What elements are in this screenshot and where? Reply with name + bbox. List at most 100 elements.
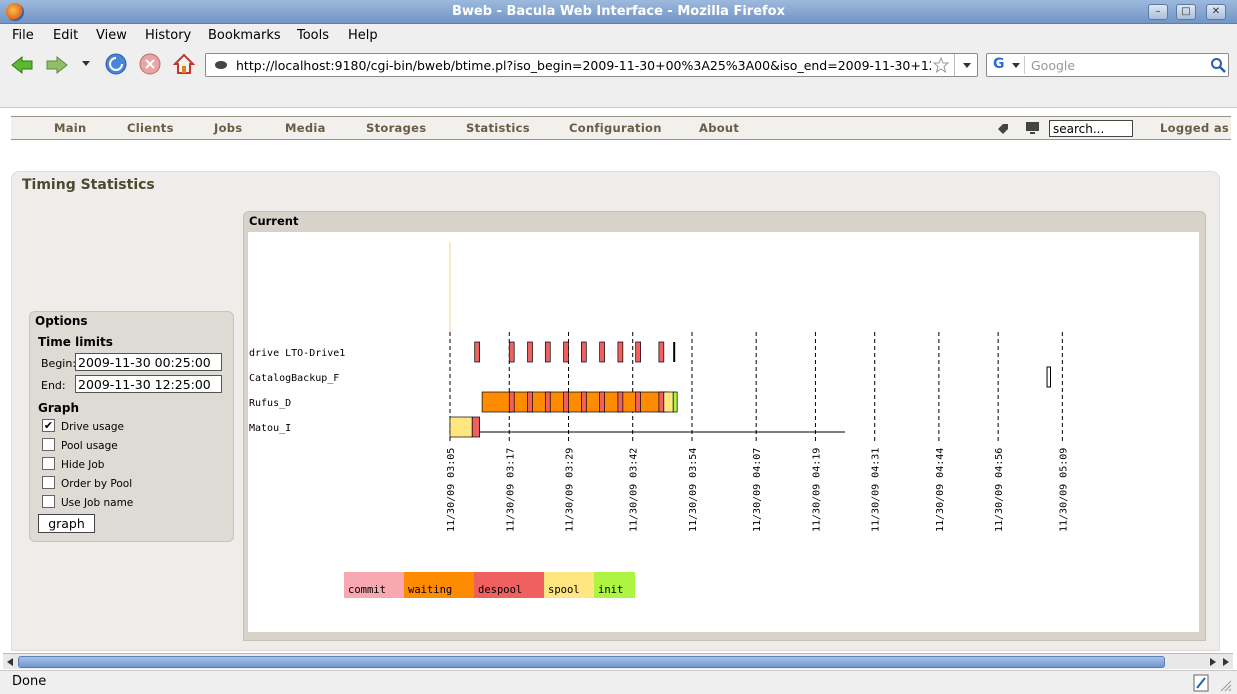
hide-job-label: Hide Job [61, 459, 105, 471]
drive-usage-label: Drive usage [61, 421, 125, 433]
scroll-left-icon[interactable] [6, 657, 14, 667]
menu-view[interactable]: View [96, 28, 127, 43]
scroll-right-icon[interactable] [1209, 657, 1217, 667]
begin-date-input[interactable] [75, 353, 222, 371]
nav-storages[interactable]: Storages [366, 121, 426, 135]
nav-search-input[interactable] [1049, 120, 1133, 137]
scrollbar-thumb[interactable] [18, 656, 1165, 668]
url-dropdown-button[interactable] [954, 54, 978, 76]
options-heading: Options [35, 314, 88, 328]
tag-icon[interactable] [996, 122, 1010, 135]
drive-usage-checkbox[interactable]: ✔ [42, 419, 55, 432]
status-bar: Done [0, 670, 1237, 694]
nav-jobs[interactable]: Jobs [214, 121, 242, 135]
job-segment [563, 341, 569, 363]
job-segment [617, 341, 624, 363]
end-label: End: [41, 379, 66, 392]
site-identity-icon[interactable] [213, 58, 229, 72]
row-label: Rufus_D [249, 398, 291, 409]
legend-label: despool [478, 584, 522, 596]
job-segment [658, 391, 665, 413]
current-title: Current [249, 214, 299, 228]
job-segment [508, 391, 515, 413]
begin-label: Begin: [41, 357, 77, 370]
tick-label: 11/30/09 04:56 [994, 448, 1005, 532]
legend-label: commit [348, 584, 386, 596]
nav-about[interactable]: About [699, 121, 739, 135]
job-segment [474, 341, 480, 363]
job-segment [544, 341, 551, 363]
tab-strip [0, 84, 1237, 108]
maximize-button[interactable]: □ [1176, 4, 1196, 20]
tick-label: 11/30/09 03:05 [446, 448, 457, 532]
back-arrow-icon[interactable] [10, 55, 34, 75]
horizontal-scrollbar[interactable] [3, 653, 1233, 669]
legend-label: waiting [408, 584, 452, 596]
stop-icon[interactable] [139, 53, 161, 75]
home-icon[interactable] [173, 53, 195, 75]
menu-help[interactable]: Help [348, 28, 378, 43]
chevron-down-icon [963, 63, 971, 68]
job-segment [599, 341, 605, 363]
window-title: Bweb - Bacula Web Interface - Mozilla Fi… [452, 4, 785, 19]
job-segment [635, 341, 641, 363]
magnifier-icon[interactable] [1210, 57, 1226, 73]
window-titlebar: Bweb - Bacula Web Interface - Mozilla Fi… [0, 0, 1237, 24]
resize-grip-icon[interactable] [1218, 678, 1232, 692]
menu-bookmarks[interactable]: Bookmarks [208, 28, 281, 43]
menu-tools[interactable]: Tools [297, 28, 329, 43]
job-segment [544, 391, 551, 413]
job-segment [527, 341, 533, 363]
job-segment [508, 341, 515, 363]
timing-chart: drive LTO-Drive1 CatalogBackup_F Rufus_D Ma… [249, 242, 1069, 598]
use-job-name-checkbox[interactable] [42, 495, 55, 508]
nav-clients[interactable]: Clients [127, 121, 174, 135]
job-segment [527, 391, 533, 413]
row-label: CatalogBackup_F [249, 373, 339, 384]
search-engine-button[interactable]: G [989, 56, 1025, 74]
logged-as-label: Logged as [1160, 121, 1230, 135]
close-button[interactable]: ✕ [1206, 4, 1226, 20]
url-text[interactable]: http://localhost:9180/cgi-bin/bweb/btime… [236, 58, 931, 73]
menu-edit[interactable]: Edit [53, 28, 78, 43]
end-date-input[interactable] [75, 375, 222, 393]
nav-configuration[interactable]: Configuration [569, 121, 662, 135]
minimize-button[interactable]: – [1148, 4, 1168, 20]
pool-usage-label: Pool usage [61, 440, 118, 452]
order-by-pool-checkbox[interactable] [42, 476, 55, 489]
tick-label: 11/30/09 03:17 [505, 448, 516, 532]
tick-label: 11/30/09 04:19 [811, 448, 822, 532]
job-segment [663, 391, 674, 413]
legend-label: init [598, 584, 623, 596]
google-icon: G [993, 56, 1005, 72]
address-bar[interactable]: http://localhost:9180/cgi-bin/bweb/btime… [205, 53, 978, 77]
job-segment [1046, 366, 1051, 388]
time-limits-heading: Time limits [38, 335, 113, 349]
menu-history[interactable]: History [145, 28, 191, 43]
scroll-right-end-icon[interactable] [1222, 657, 1230, 667]
search-bar[interactable]: G Google [986, 53, 1229, 77]
options-box: Options Time limits Begin: End: Graph ✔ … [29, 311, 234, 542]
monitor-icon[interactable] [1025, 121, 1041, 136]
search-input[interactable]: Google [1031, 58, 1075, 73]
graph-button[interactable]: graph [38, 514, 95, 533]
job-segment [658, 341, 665, 363]
menu-file[interactable]: File [12, 28, 34, 43]
hide-job-checkbox[interactable] [42, 457, 55, 470]
forward-arrow-icon[interactable] [45, 55, 69, 75]
tick-label: 11/30/09 04:44 [935, 448, 946, 532]
order-by-pool-label: Order by Pool [61, 478, 133, 490]
page-title: Timing Statistics [22, 177, 155, 193]
tick-label: 11/30/09 04:31 [871, 448, 882, 532]
nav-media[interactable]: Media [285, 121, 326, 135]
chart-area: drive LTO-Drive1 CatalogBackup_F Rufus_D Ma… [248, 232, 1199, 632]
pool-usage-checkbox[interactable] [42, 438, 55, 451]
tick-label: 11/30/09 03:54 [688, 448, 699, 532]
nav-main[interactable]: Main [54, 121, 87, 135]
bookmark-star-icon[interactable] [933, 57, 949, 73]
job-segment [635, 391, 641, 413]
reload-icon[interactable] [105, 53, 127, 75]
history-dropdown-icon[interactable] [81, 60, 91, 68]
nav-statistics[interactable]: Statistics [466, 121, 530, 135]
job-segment [471, 416, 480, 438]
